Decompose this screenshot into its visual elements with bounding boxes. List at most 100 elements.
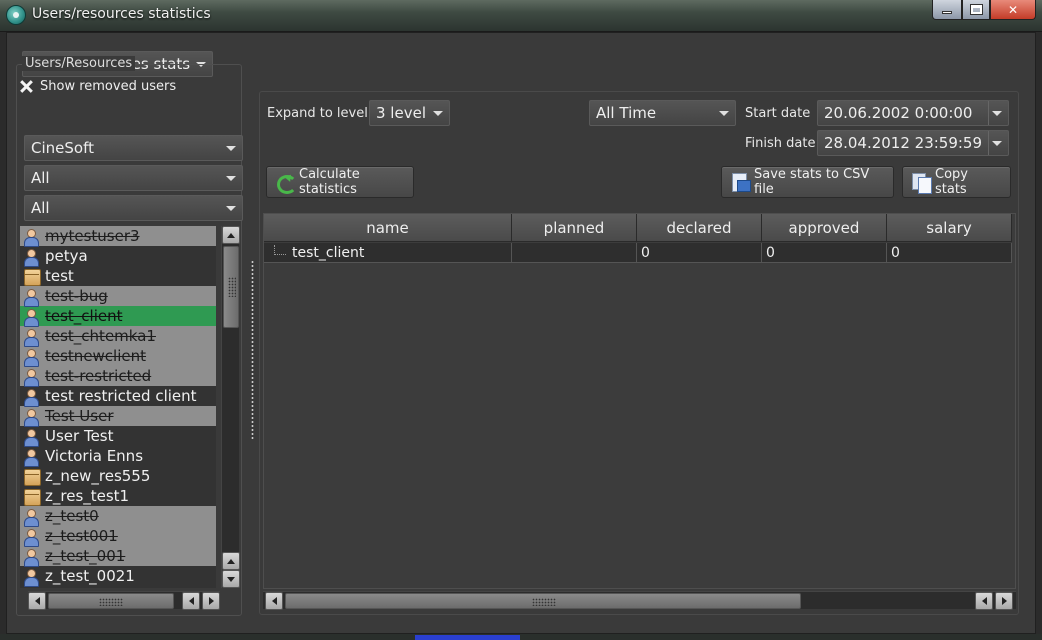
grip-icon — [532, 598, 556, 606]
list-item-label: testnewclient — [45, 347, 147, 365]
panel-splitter[interactable] — [251, 260, 254, 440]
users-list-vscrollbar[interactable] — [221, 226, 240, 588]
user-icon — [22, 408, 40, 427]
list-item[interactable]: z_test0 — [20, 506, 216, 527]
scroll-left-button-2[interactable] — [975, 592, 993, 610]
finish-date-label: Finish date — [745, 136, 816, 151]
arrow-up-icon — [227, 232, 235, 238]
arrow-up-icon — [227, 558, 235, 564]
arrow-left-icon — [271, 597, 277, 605]
user-icon — [22, 228, 40, 247]
list-item-label: User Test — [45, 427, 114, 445]
chevron-down-icon — [226, 146, 236, 151]
column-header-planned[interactable]: planned — [512, 214, 637, 242]
arrow-left-icon — [34, 597, 40, 605]
chevron-down-icon — [226, 206, 236, 211]
grip-icon — [99, 598, 123, 606]
list-item[interactable]: z_test_0021 — [20, 566, 216, 587]
company-filter-select[interactable]: CineSoft — [24, 135, 243, 161]
list-item[interactable]: test_client — [20, 306, 216, 327]
column-header-approved[interactable]: approved — [762, 214, 887, 242]
scroll-left-button[interactable] — [28, 592, 46, 610]
expand-level-value: 3 level — [376, 104, 426, 122]
list-item-label: mytestuser3 — [45, 227, 140, 245]
chevron-down-icon — [226, 176, 236, 181]
maximize-icon — [969, 4, 983, 15]
scroll-up-button[interactable] — [222, 226, 240, 244]
list-item[interactable]: z_res_test1 — [20, 486, 216, 506]
list-item[interactable]: mytestuser3 — [20, 226, 216, 247]
column-header-name[interactable]: name — [264, 214, 512, 242]
list-item[interactable]: Test User — [20, 406, 216, 427]
column-header-salary[interactable]: salary — [887, 214, 1012, 242]
scroll-right-button[interactable] — [995, 592, 1013, 610]
list-item[interactable]: z_new_res555 — [20, 466, 216, 486]
list-item-label: z_test001 — [45, 527, 118, 545]
app-icon — [6, 5, 26, 25]
type-filter-select[interactable]: All — [24, 165, 243, 191]
list-item[interactable]: User Test — [20, 426, 216, 447]
expand-level-select[interactable]: 3 level — [369, 100, 450, 126]
minimize-icon — [942, 11, 952, 14]
cell-name: test_client — [264, 243, 512, 263]
user-icon — [22, 388, 40, 407]
user-icon — [22, 348, 40, 367]
copy-icon — [911, 172, 932, 194]
users-list[interactable]: mytestuser3 petya test test-bug test_client t… — [20, 226, 216, 588]
chevron-down-icon — [719, 111, 729, 116]
list-item-label: Test User — [45, 407, 114, 425]
close-button[interactable]: ✕ — [990, 0, 1036, 20]
calculate-statistics-label: Calculate statistics — [299, 167, 360, 197]
arrow-right-icon — [208, 597, 214, 605]
close-icon: ✕ — [1007, 2, 1019, 17]
list-item[interactable]: test-restricted — [20, 366, 216, 387]
copy-stats-button[interactable]: Copy stats — [902, 166, 1011, 198]
user-icon — [22, 288, 40, 307]
show-removed-checkbox[interactable]: Show removed users — [20, 79, 176, 94]
scroll-left-button-2[interactable] — [182, 592, 200, 610]
period-select[interactable]: All Time — [589, 100, 736, 126]
title-bar: Users/resources statistics ✕ — [0, 0, 1042, 32]
list-item[interactable]: testnewclient — [20, 346, 216, 367]
start-date-label: Start date — [745, 106, 811, 121]
list-item[interactable]: z_test001 — [20, 526, 216, 547]
scroll-down-button[interactable] — [222, 570, 240, 588]
list-item[interactable]: z_test_001 — [20, 546, 216, 567]
scroll-left-button[interactable] — [265, 592, 283, 610]
list-item[interactable]: Victoria Enns — [20, 446, 216, 467]
maximize-button[interactable] — [962, 0, 990, 20]
calculate-statistics-button[interactable]: Calculate statistics — [266, 166, 414, 198]
column-header-declared[interactable]: declared — [637, 214, 762, 242]
start-date-picker[interactable]: 20.06.2002 0:00:00 — [817, 100, 1009, 126]
type-filter-value: All — [31, 169, 50, 187]
users-list-scroll-thumb[interactable] — [223, 246, 239, 328]
list-item-label: test_chtemka1 — [45, 327, 156, 345]
company-filter-value: CineSoft — [31, 139, 94, 157]
group-title: Users/Resources — [22, 56, 136, 71]
chevron-down-icon — [433, 111, 443, 116]
list-item[interactable]: test_chtemka1 — [20, 326, 216, 347]
list-item[interactable]: test restricted client — [20, 386, 216, 407]
save-csv-button[interactable]: Save stats to CSV file — [721, 166, 894, 198]
minimize-button[interactable] — [932, 0, 962, 20]
cell-name-text: test_client — [292, 244, 365, 261]
arrow-right-icon — [1001, 597, 1007, 605]
grid-hscrollbar[interactable] — [263, 591, 1016, 610]
list-item[interactable]: test — [20, 266, 216, 286]
arrow-left-icon — [981, 597, 987, 605]
scroll-up-button-bottom[interactable] — [222, 552, 240, 570]
users-list-hscroll-thumb[interactable] — [48, 593, 174, 609]
statistics-grid[interactable]: name planned declared approved salary te… — [263, 213, 1016, 589]
list-item-label: z_test0 — [45, 507, 99, 525]
scroll-right-button[interactable] — [202, 592, 220, 610]
user-icon — [22, 568, 40, 587]
table-row[interactable]: test_client 0 0 0 — [264, 243, 1012, 263]
period-value: All Time — [596, 104, 657, 122]
group-filter-select[interactable]: All — [24, 195, 243, 221]
chevron-down-icon — [992, 111, 1002, 116]
grid-hscroll-thumb[interactable] — [285, 593, 801, 609]
users-list-hscrollbar[interactable] — [28, 591, 220, 610]
list-item[interactable]: test-bug — [20, 286, 216, 307]
list-item[interactable]: petya — [20, 246, 216, 267]
finish-date-picker[interactable]: 28.04.2012 23:59:59 — [817, 130, 1009, 156]
